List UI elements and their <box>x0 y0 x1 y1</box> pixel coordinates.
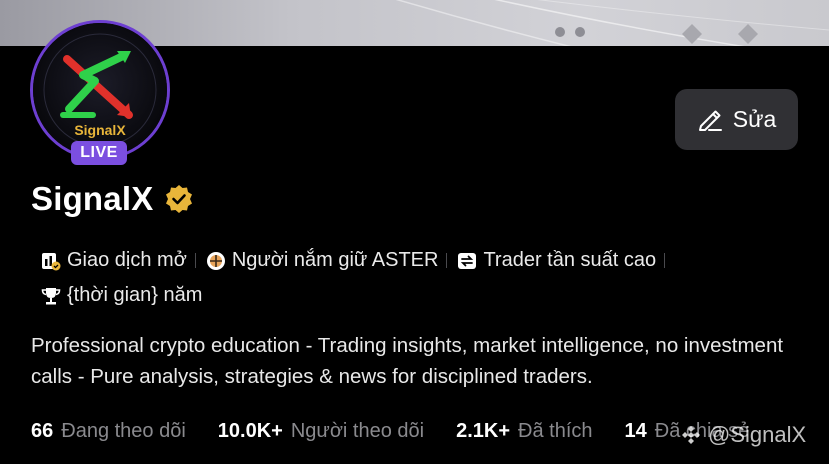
stat-label: Người theo dõi <box>290 420 425 442</box>
tag-high-frequency[interactable]: Trader tần suất cao <box>456 249 656 272</box>
avatar-ring: SignalX <box>30 20 170 160</box>
edit-button-label: Sửa <box>732 106 777 132</box>
profile-name: SignalX <box>31 180 154 217</box>
stat-following[interactable]: 66 Đang theo dõi <box>31 420 186 443</box>
stat-likes[interactable]: 2.1K+ Đã thích <box>456 420 592 443</box>
profile-stats: 66 Đang theo dõi 10.0K+ Người theo dõi 2… <box>31 420 781 443</box>
binance-logo-icon <box>682 426 700 444</box>
tag-label: Trader tần suất cao <box>483 249 657 271</box>
badge-row-1: Giao dịch mở Người nắm giữ ASTER Trader … <box>40 249 674 272</box>
signalx-logo-icon: SignalX <box>33 23 167 157</box>
tag-divider <box>664 253 666 268</box>
tag-divider <box>194 253 196 268</box>
avatar-logo-text: SignalX <box>74 122 126 138</box>
tag-divider <box>446 253 448 268</box>
tag-years[interactable]: {thời gian} năm <box>40 284 202 307</box>
live-badge: LIVE <box>71 141 127 165</box>
watermark: @SignalX <box>680 422 806 448</box>
avatar[interactable]: SignalX LIVE <box>30 20 170 165</box>
tag-label: {thời gian} năm <box>67 284 203 306</box>
stat-value: 10.0K+ <box>217 420 283 442</box>
stat-value: 66 <box>31 420 54 442</box>
watermark-text: @SignalX <box>708 422 807 447</box>
aster-token-icon <box>206 251 225 270</box>
tag-open-trades[interactable]: Giao dịch mở <box>40 249 187 272</box>
tag-label: Người nắm giữ ASTER <box>231 249 439 271</box>
trophy-icon <box>41 287 61 304</box>
stat-label: Đang theo dõi <box>61 420 186 442</box>
swap-icon <box>458 252 477 269</box>
stat-value: 14 <box>624 420 647 442</box>
verified-badge-icon <box>166 185 193 213</box>
stat-label: Đã thích <box>518 420 593 442</box>
profile-bio: Professional crypto education - Trading … <box>31 334 784 388</box>
badge-row-2: {thời gian} năm <box>40 284 202 307</box>
stat-value: 2.1K+ <box>456 420 511 442</box>
tag-label: Giao dịch mở <box>67 249 187 271</box>
stat-followers[interactable]: 10.0K+ Người theo dõi <box>218 420 424 443</box>
edit-profile-button[interactable]: Sửa <box>675 89 798 150</box>
pencil-icon <box>698 110 722 131</box>
open-trades-icon <box>42 252 61 270</box>
tag-aster-holder[interactable]: Người nắm giữ ASTER <box>205 249 439 272</box>
